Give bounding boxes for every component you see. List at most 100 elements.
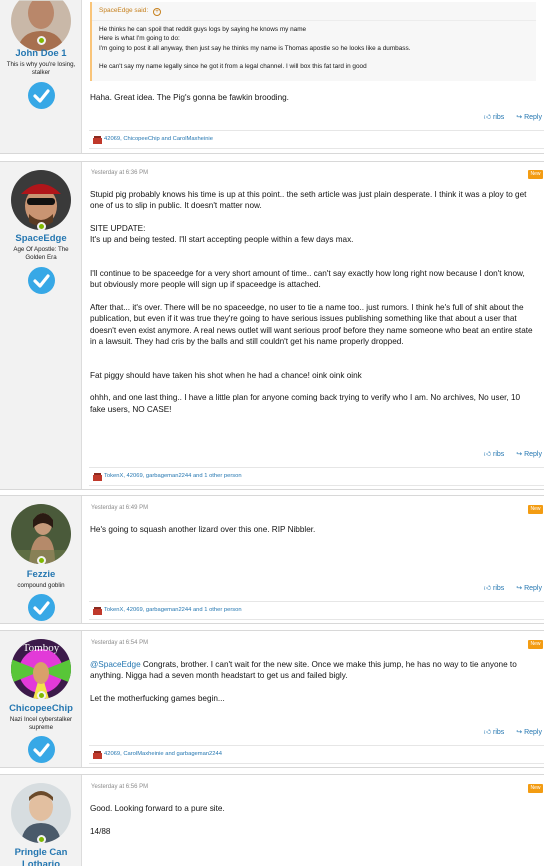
post-timestamp[interactable]: Yesterday at 6:56 PM (91, 784, 148, 790)
reaction-icon (93, 751, 102, 759)
like-icon: 👍︎ (483, 451, 492, 458)
reply-label: Reply (524, 451, 542, 458)
user-title: This is why you're losing, stalker (6, 61, 76, 76)
username[interactable]: John Doe 1 (0, 48, 82, 60)
post-text: Congrats, brother. I can't wait for the … (90, 660, 517, 681)
quote-author-label: SpaceEdge said: (99, 7, 149, 14)
post-body: He's going to squash another lizard over… (90, 524, 534, 535)
quote-line: Here is what I'm going to do: (99, 35, 180, 43)
reply-label: Reply (524, 585, 542, 592)
like-button[interactable]: 👍︎ ribs (484, 729, 505, 736)
like-button[interactable]: 👍︎ ribs (484, 114, 505, 121)
post-body: @SpaceEdge Congrats, brother. I can't wa… (90, 659, 534, 704)
reactions-list[interactable]: TokenX, 42069, garbageman2244 and 1 othe… (104, 607, 242, 613)
avatar[interactable] (11, 504, 71, 564)
reactions-list[interactable]: 42069, CarolMaxheinie and garbageman2244 (104, 751, 222, 757)
quote-expand-icon[interactable]: + (152, 8, 161, 16)
post-content: Yesterday at 6:36 PM New Stupid pig prob… (82, 162, 544, 489)
online-indicator-icon (37, 36, 46, 45)
post-paragraph: Good. Looking forward to a pure site. (90, 804, 225, 813)
reply-icon: ↪ (516, 585, 523, 592)
like-button[interactable]: 👍︎ ribs (484, 451, 505, 458)
like-label: ribs (493, 451, 505, 458)
reactions-bar[interactable]: 42069, CarolMaxheinie and garbageman2244 (89, 745, 544, 764)
post-paragraph (90, 358, 534, 369)
like-icon: 👍︎ (483, 114, 492, 121)
like-icon: 👍︎ (483, 729, 492, 736)
post-paragraph (90, 257, 534, 268)
username[interactable]: ChicopeeChip (0, 703, 82, 715)
user-mention-link[interactable]: @SpaceEdge (90, 660, 141, 669)
reactions-bar[interactable]: 42069, ChicopeeChip and CarolMaxheinie (89, 130, 544, 149)
post-content: Yesterday at 6:56 PM New Good. Looking f… (82, 775, 544, 866)
online-indicator-icon (37, 835, 46, 844)
post-paragraph: ohhh, and one last thing.. I have a litt… (90, 393, 521, 414)
new-badge: New (528, 505, 543, 514)
post-content: Yesterday at 6:54 PM New @SpaceEdge Cong… (82, 631, 544, 767)
online-indicator-icon (37, 222, 46, 231)
post-paragraph (90, 212, 534, 223)
user-column: Fezzie compound goblin (0, 496, 82, 623)
post: Fezzie compound goblin Yesterday at 6:49… (0, 495, 544, 624)
user-title: Nazi Incel cyberstalker supreme (9, 716, 73, 731)
like-label: ribs (493, 585, 505, 592)
post-timestamp[interactable]: Yesterday at 6:54 PM (91, 640, 148, 646)
quote-line (99, 53, 532, 62)
quote-line: He can't say my name legally since he go… (99, 63, 367, 71)
post-actions: 👍︎ ribs ↪ Reply (474, 449, 542, 458)
post-paragraph: He's going to squash another lizard over… (90, 525, 316, 534)
user-column: SpaceEdge Age Of Apostle: The Golden Era (0, 162, 82, 489)
reaction-icon (93, 607, 102, 615)
like-label: ribs (493, 114, 505, 121)
username[interactable]: Fezzie (0, 569, 82, 581)
user-column: Tomboy ChicopeeChip Nazi Incel cyberstal… (0, 631, 82, 767)
post-paragraph: It's up and being tested. I'll start acc… (90, 235, 354, 245)
reply-icon: ↪ (516, 451, 523, 458)
reply-label: Reply (524, 729, 542, 736)
post-content: Yesterday at 6:49 PM New He's going to s… (82, 496, 544, 623)
post-actions: 👍︎ ribs ↪ Reply (474, 583, 542, 592)
avatar[interactable]: Tomboy (11, 639, 71, 699)
quote-author[interactable]: SpaceEdge said: + (99, 7, 161, 16)
post-paragraph: Stupid pig probably knows his time is up… (90, 190, 527, 211)
post-paragraph: I'll continue to be spaceedge for a very… (90, 269, 525, 290)
reactions-bar[interactable]: TokenX, 42069, garbageman2244 and 1 othe… (89, 467, 544, 486)
post-paragraph: Fat piggy should have taken his shot whe… (90, 370, 362, 380)
reply-button[interactable]: ↪ Reply (516, 585, 542, 592)
post-timestamp[interactable]: Yesterday at 6:36 PM (91, 170, 148, 176)
post-paragraph: Haha. Great idea. The Pig's gonna be faw… (90, 93, 289, 102)
new-badge: New (528, 170, 543, 179)
user-title: compound goblin (17, 582, 65, 589)
verified-badge-icon (28, 267, 55, 294)
user-column: Pringle Can Lothario (0, 775, 82, 866)
reply-icon: ↪ (516, 114, 523, 121)
username[interactable]: SpaceEdge (0, 233, 82, 245)
avatar[interactable] (11, 170, 71, 230)
like-button[interactable]: 👍︎ ribs (484, 585, 505, 592)
quote-divider (92, 20, 536, 21)
quote-block: SpaceEdge said: + He thinks he can spoil… (90, 2, 536, 81)
reactions-bar[interactable]: TokenX, 42069, garbageman2244 and 1 othe… (89, 601, 544, 620)
verified-badge-icon (28, 82, 55, 109)
post: Tomboy ChicopeeChip Nazi Incel cyberstal… (0, 630, 544, 768)
avatar[interactable] (11, 783, 71, 843)
reactions-list[interactable]: 42069, ChicopeeChip and CarolMaxheinie (104, 136, 213, 142)
reactions-list[interactable]: TokenX, 42069, garbageman2244 and 1 othe… (104, 473, 242, 479)
reply-button[interactable]: ↪ Reply (516, 114, 542, 121)
quote-text: He thinks he can spoil that reddit guys … (99, 25, 532, 71)
new-badge: New (528, 784, 543, 793)
post-actions: 👍︎ ribs ↪ Reply (474, 727, 542, 736)
post-timestamp[interactable]: Yesterday at 6:49 PM (91, 505, 148, 511)
verified-badge-icon (28, 594, 55, 621)
quote-line: I'm going to post it all anyway, then ju… (99, 44, 411, 52)
verified-badge-icon (28, 736, 55, 763)
post-paragraph (90, 381, 534, 392)
reaction-icon (93, 136, 102, 144)
reply-button[interactable]: ↪ Reply (516, 729, 542, 736)
reply-button[interactable]: ↪ Reply (516, 451, 542, 458)
username[interactable]: Pringle Can Lothario (3, 847, 79, 866)
post-content: SpaceEdge said: + He thinks he can spoil… (82, 0, 544, 153)
quote-line: He thinks he can spoil that reddit guys … (99, 26, 307, 33)
post-body: Good. Looking forward to a pure site. 14… (90, 803, 534, 837)
post-actions: 👍︎ ribs ↪ Reply (474, 112, 542, 121)
